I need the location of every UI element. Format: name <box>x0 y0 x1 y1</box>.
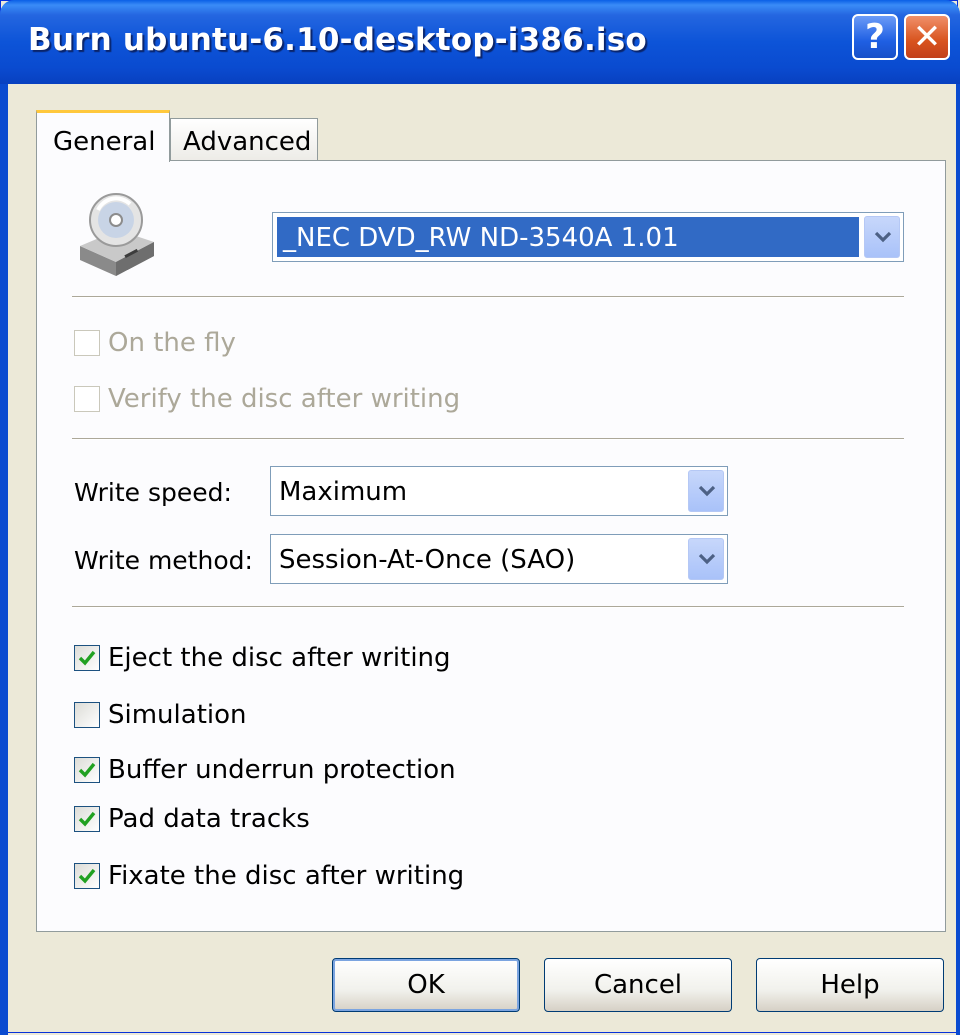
window-frame-left <box>0 84 8 1035</box>
checkmark-icon <box>78 762 96 778</box>
chevron-down-icon <box>874 231 892 243</box>
write-speed-value: Maximum <box>279 477 408 507</box>
simulation-option[interactable]: Simulation <box>74 698 247 732</box>
tab-advanced[interactable]: Advanced <box>170 118 318 162</box>
title-bar[interactable]: Burn ubuntu-6.10-desktop-i386.iso ? ✕ <box>0 0 960 84</box>
drive-dropdown-button[interactable] <box>864 216 900 258</box>
simulation-label: Simulation <box>108 700 247 730</box>
ok-button-label: OK <box>407 970 445 1000</box>
checkmark-icon <box>78 868 96 884</box>
chevron-down-icon <box>698 553 716 565</box>
tab-general[interactable]: General <box>36 110 170 162</box>
pad-data-tracks-checkbox[interactable] <box>74 806 100 832</box>
write-method-select[interactable]: Session-At-Once (SAO) <box>270 534 728 584</box>
cancel-button-label: Cancel <box>593 970 683 1000</box>
fixate-checkbox[interactable] <box>74 863 100 889</box>
close-button[interactable]: ✕ <box>904 14 950 60</box>
simulation-checkbox[interactable] <box>74 702 100 728</box>
on-the-fly-option[interactable]: On the fly <box>74 326 236 360</box>
verify-option[interactable]: Verify the disc after writing <box>74 382 460 416</box>
chevron-down-icon <box>698 485 716 497</box>
tab-general-label: General <box>53 127 156 157</box>
fixate-option[interactable]: Fixate the disc after writing <box>74 859 464 893</box>
write-method-value: Session-At-Once (SAO) <box>279 545 576 575</box>
drive-select[interactable]: _NEC DVD_RW ND-3540A 1.01 <box>272 212 904 262</box>
verify-checkbox[interactable] <box>74 386 100 412</box>
help-button[interactable]: Help <box>756 958 944 1012</box>
buffer-underrun-label: Buffer underrun protection <box>108 755 456 785</box>
pad-data-tracks-label: Pad data tracks <box>108 804 310 834</box>
buffer-underrun-option[interactable]: Buffer underrun protection <box>74 753 456 787</box>
separator <box>72 606 904 608</box>
separator <box>72 438 904 440</box>
write-method-dropdown-button[interactable] <box>688 538 724 580</box>
pad-data-tracks-option[interactable]: Pad data tracks <box>74 802 310 836</box>
on-the-fly-label: On the fly <box>108 328 236 358</box>
cancel-button[interactable]: Cancel <box>544 958 732 1012</box>
eject-checkbox[interactable] <box>74 645 100 671</box>
checkmark-icon <box>78 650 96 666</box>
window-frame-right <box>956 84 960 1035</box>
ok-button[interactable]: OK <box>332 958 520 1012</box>
help-button-label: Help <box>820 970 880 1000</box>
separator <box>72 296 904 298</box>
window-title: Burn ubuntu-6.10-desktop-i386.iso <box>28 22 647 58</box>
drive-select-value: _NEC DVD_RW ND-3540A 1.01 <box>283 223 679 253</box>
question-icon: ? <box>865 17 885 57</box>
optical-drive-icon <box>80 193 154 276</box>
verify-label: Verify the disc after writing <box>108 384 461 414</box>
write-speed-dropdown-button[interactable] <box>688 470 724 512</box>
write-speed-label: Write speed: <box>74 478 232 507</box>
fixate-label: Fixate the disc after writing <box>108 861 465 891</box>
help-title-button[interactable]: ? <box>852 14 898 60</box>
on-the-fly-checkbox[interactable] <box>74 330 100 356</box>
write-method-label: Write method: <box>74 546 253 575</box>
close-icon: ✕ <box>912 17 942 57</box>
write-speed-select[interactable]: Maximum <box>270 466 728 516</box>
eject-label: Eject the disc after writing <box>108 643 451 673</box>
checkmark-icon <box>78 811 96 827</box>
eject-option[interactable]: Eject the disc after writing <box>74 641 451 675</box>
buffer-underrun-checkbox[interactable] <box>74 757 100 783</box>
tab-advanced-label: Advanced <box>183 127 312 157</box>
